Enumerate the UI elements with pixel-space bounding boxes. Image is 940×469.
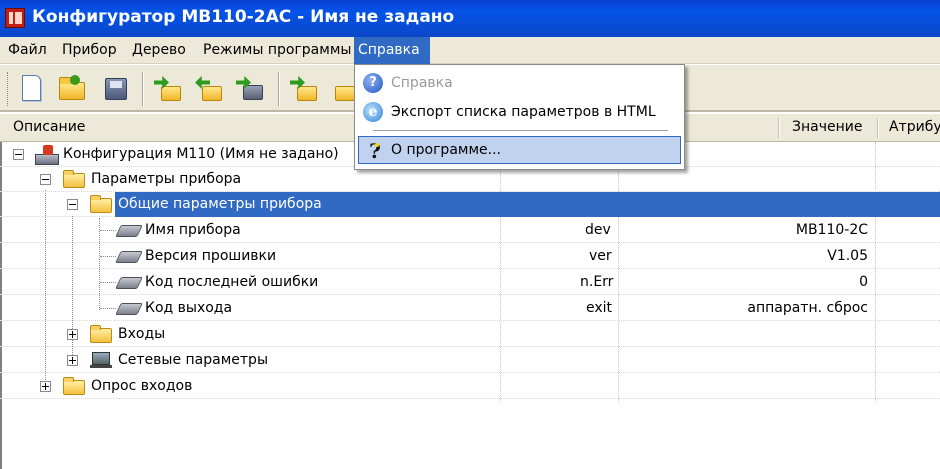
- network-icon: [90, 352, 112, 368]
- param-value[interactable]: аппаратн. сброс: [640, 296, 868, 321]
- collapse-toggle[interactable]: [40, 174, 51, 185]
- expand-toggle[interactable]: [67, 355, 78, 366]
- parameter-icon: [115, 277, 143, 289]
- configuration-icon: [35, 145, 59, 165]
- tree-label-root: Конфигурация М110 (Имя не задано): [63, 146, 339, 162]
- write-device-button[interactable]: [193, 73, 225, 105]
- toolbar-separator: [142, 72, 144, 106]
- menu-item-label: О программе...: [391, 142, 501, 158]
- param-value[interactable]: 0: [640, 270, 868, 295]
- table-row[interactable]: Версия прошивки ver V1.05: [0, 244, 940, 269]
- table-row[interactable]: Имя прибора dev МВ110-2С: [0, 218, 940, 243]
- param-label: Код выхода: [145, 300, 233, 316]
- tree-label-network: Сетевые параметры: [118, 352, 268, 368]
- param-name: n.Err: [580, 274, 614, 290]
- header-separator[interactable]: [877, 118, 879, 138]
- menu-item-label: Справка: [391, 75, 453, 91]
- read-params-icon: [297, 86, 317, 101]
- tree-connector: [100, 282, 116, 283]
- menu-item-help[interactable]: ? Справка: [358, 69, 681, 97]
- read-icon: [161, 86, 181, 101]
- header-value[interactable]: Значение: [792, 114, 862, 141]
- menu-device[interactable]: Прибор: [58, 37, 121, 64]
- tree-row-inputs[interactable]: Входы: [0, 322, 940, 347]
- toolbar-separator: [278, 72, 280, 106]
- tree-connector: [100, 256, 116, 257]
- table-row[interactable]: Код последней ошибки n.Err 0: [0, 270, 940, 295]
- collapse-toggle[interactable]: [13, 149, 24, 160]
- write-params-icon: [335, 86, 355, 101]
- help-icon: ?: [363, 73, 383, 93]
- ie-icon: e: [363, 102, 383, 122]
- menu-separator: [373, 130, 668, 132]
- param-label: Имя прибора: [145, 222, 241, 238]
- header-attributes[interactable]: Атрибу: [889, 114, 940, 141]
- parameter-icon: [115, 303, 143, 315]
- menu-bar: Файл Прибор Дерево Режимы программы Спра…: [0, 37, 940, 64]
- menu-file[interactable]: Файл: [4, 37, 51, 64]
- open-button[interactable]: [56, 73, 88, 105]
- tree-row-general-params[interactable]: Общие параметры прибора: [0, 192, 940, 217]
- tree-label-device-params: Параметры прибора: [91, 171, 242, 187]
- tree-row-network[interactable]: Сетевые параметры: [0, 348, 940, 373]
- param-label: Версия прошивки: [145, 248, 277, 264]
- folder-icon: [63, 170, 85, 188]
- tree-row-polling[interactable]: Опрос входов: [0, 374, 940, 399]
- param-name: exit: [586, 300, 613, 316]
- param-value[interactable]: V1.05: [640, 244, 868, 269]
- read-params-button[interactable]: [288, 73, 320, 105]
- menu-tree[interactable]: Дерево: [128, 37, 190, 64]
- about-icon: ?: [366, 140, 384, 162]
- expand-toggle[interactable]: [40, 381, 51, 392]
- param-label: Код последней ошибки: [145, 274, 319, 290]
- new-document-button[interactable]: [16, 73, 48, 105]
- parameter-icon: [115, 225, 143, 237]
- menu-item-about[interactable]: ? О программе...: [358, 136, 681, 164]
- tree-connector: [100, 308, 116, 309]
- param-value[interactable]: МВ110-2С: [640, 218, 868, 243]
- param-name: dev: [585, 222, 611, 238]
- table-row[interactable]: Код выхода exit аппаратн. сброс: [0, 296, 940, 321]
- app-logo-icon: [5, 8, 25, 28]
- header-separator[interactable]: [778, 118, 780, 138]
- menu-item-label: Экспорт списка параметров в HTML: [391, 104, 656, 120]
- help-menu-dropdown: ? Справка e Экспорт списка параметров в …: [354, 64, 685, 170]
- new-document-icon: [22, 75, 41, 101]
- folder-icon: [90, 195, 112, 213]
- menu-program-modes[interactable]: Режимы программы: [199, 37, 355, 64]
- window-title: Конфигуратор МВ110-2АС - Имя не задано: [32, 7, 455, 27]
- title-bar: Конфигуратор МВ110-2АС - Имя не задано: [0, 0, 940, 37]
- read-device-button[interactable]: [152, 73, 184, 105]
- tree-label-polling: Опрос входов: [91, 378, 193, 394]
- tree-label-general-params: Общие параметры прибора: [118, 196, 322, 212]
- device-button[interactable]: [234, 73, 266, 105]
- tree-connector: [100, 230, 116, 231]
- expand-toggle[interactable]: [67, 329, 78, 340]
- menu-item-export-html[interactable]: e Экспорт списка параметров в HTML: [358, 98, 681, 126]
- folder-icon: [90, 325, 112, 343]
- parameter-icon: [115, 251, 143, 263]
- param-name: ver: [589, 248, 612, 264]
- save-disk-icon: [105, 78, 127, 100]
- tree-label-inputs: Входы: [118, 326, 166, 342]
- toolbar-grip[interactable]: [7, 72, 10, 106]
- tree-row-device-params[interactable]: Параметры прибора: [0, 167, 940, 192]
- open-folder-icon: [59, 75, 85, 100]
- menu-help[interactable]: Справка: [354, 37, 430, 64]
- save-button[interactable]: [100, 73, 132, 105]
- collapse-toggle[interactable]: [67, 199, 78, 210]
- write-icon: [202, 86, 222, 101]
- folder-icon: [63, 377, 85, 395]
- header-description[interactable]: Описание: [13, 114, 85, 141]
